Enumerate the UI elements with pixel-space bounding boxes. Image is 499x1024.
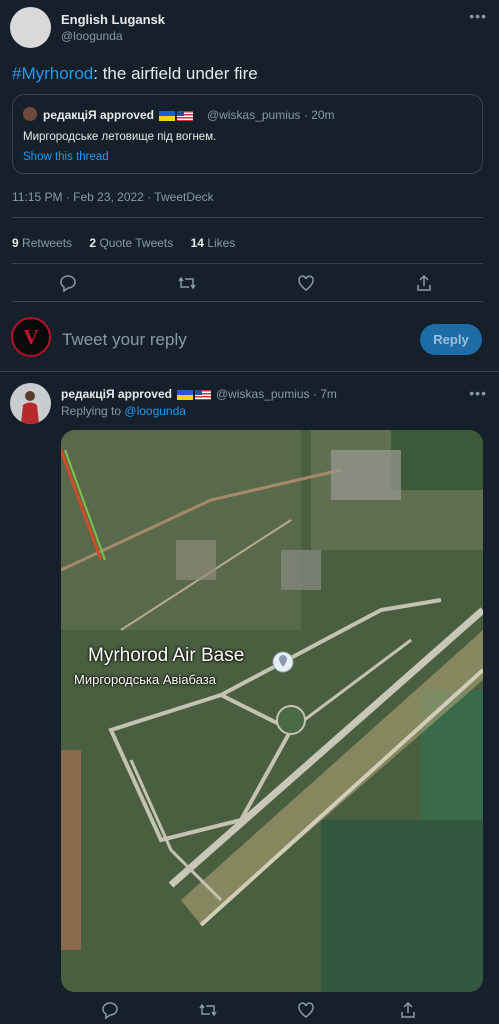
retweets-stat[interactable]: 9 Retweets xyxy=(12,236,72,250)
action-bar xyxy=(0,1000,499,1020)
person-silhouette xyxy=(21,391,39,424)
map-label-english: Myrhorod Air Base xyxy=(88,645,245,666)
user-handle-time[interactable]: @wiskas_pumius · 7m xyxy=(216,387,337,401)
more-icon[interactable]: ••• xyxy=(469,385,487,401)
reply-icon[interactable] xyxy=(58,273,78,293)
replying-to: Replying to @loogunda xyxy=(61,404,186,418)
ukraine-flag-icon xyxy=(159,110,176,121)
quotes-stat[interactable]: 2 Quote Tweets xyxy=(89,236,173,250)
reply-tweet: редакціЯ approved @wiskas_pumius · 7m ••… xyxy=(0,373,499,1024)
like-icon[interactable] xyxy=(296,273,316,293)
reply-input[interactable]: Tweet your reply xyxy=(62,330,187,350)
map-image[interactable]: Myrhorod Air Base Миргородська Авіабаза xyxy=(61,430,483,992)
avatar[interactable] xyxy=(10,383,51,424)
quote-avatar xyxy=(23,107,37,121)
likes-stat[interactable]: 14 Likes xyxy=(191,236,236,250)
display-name[interactable]: редакціЯ approved xyxy=(61,387,212,401)
share-icon[interactable] xyxy=(398,1000,418,1020)
action-bar xyxy=(0,273,499,293)
retweet-icon[interactable] xyxy=(198,1000,218,1020)
divider xyxy=(12,263,483,264)
svg-text:V: V xyxy=(23,325,39,349)
us-flag-icon xyxy=(177,110,194,121)
reply-button[interactable]: Reply xyxy=(420,324,482,355)
ukraine-flag-icon xyxy=(177,389,194,400)
tweet-timestamp[interactable]: 11:15 PM · Feb 23, 2022 · TweetDeck xyxy=(12,190,214,204)
quote-display-name-text: редакціЯ approved xyxy=(43,108,154,122)
quote-display-name: редакціЯ approved xyxy=(43,108,194,122)
retweet-icon[interactable] xyxy=(177,273,197,293)
quote-handle-time: @wiskas_pumius · 20m xyxy=(207,108,335,122)
main-tweet: English Lugansk @loogunda ••• #Myrhorod:… xyxy=(0,0,499,302)
tweet-stats: 9 Retweets 2 Quote Tweets 14 Likes xyxy=(12,236,249,250)
us-flag-icon xyxy=(195,389,212,400)
tweet-text: #Myrhorod: the airfield under fire xyxy=(12,64,258,84)
replying-prefix: Replying to xyxy=(61,404,122,418)
like-icon[interactable] xyxy=(296,1000,316,1020)
avatar[interactable] xyxy=(10,7,51,48)
more-icon[interactable]: ••• xyxy=(469,8,487,24)
reply-icon[interactable] xyxy=(100,1000,120,1020)
quoted-tweet[interactable]: редакціЯ approved @wiskas_pumius · 20m М… xyxy=(12,94,483,174)
display-name-text: редакціЯ approved xyxy=(61,387,172,401)
tweet-text-body: : the airfield under fire xyxy=(93,64,258,83)
user-handle[interactable]: @loogunda xyxy=(61,29,123,43)
replying-to-handle[interactable]: @loogunda xyxy=(124,404,186,418)
hashtag-link[interactable]: #Myrhorod xyxy=(12,64,93,83)
satellite-map xyxy=(61,430,483,992)
display-name[interactable]: English Lugansk xyxy=(61,12,165,27)
show-thread-link[interactable]: Show this thread xyxy=(23,151,109,163)
reply-composer: V Tweet your reply Reply xyxy=(0,302,499,372)
divider xyxy=(12,217,483,218)
location-pin-icon[interactable] xyxy=(272,651,294,673)
user-avatar[interactable]: V xyxy=(11,317,51,357)
share-icon[interactable] xyxy=(414,273,434,293)
map-label-ukrainian: Миргородська Авіабаза xyxy=(74,672,216,687)
quote-text: Миргородське летовище під вогнем. xyxy=(23,131,217,143)
